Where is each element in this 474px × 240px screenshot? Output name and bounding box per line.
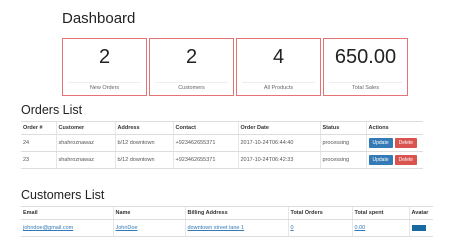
column-header: Total spent [351, 206, 409, 220]
column-header: Contact [172, 121, 238, 135]
orders-header-row: Order # Customer Address Contact Order D… [21, 121, 423, 135]
orders-table: Order # Customer Address Contact Order D… [21, 121, 423, 169]
stat-card-total-sales: 650.00 Total Sales [323, 38, 408, 96]
customer-email: johndoe@gmail.com [21, 219, 113, 237]
stat-card-new-orders: 2 New Orders [62, 38, 147, 96]
column-header: Actions [365, 121, 423, 135]
stat-value: 650.00 [334, 46, 397, 68]
customer-spent: 0.00 [351, 219, 409, 237]
stat-divider [242, 82, 315, 84]
stat-label: New Orders [89, 85, 120, 91]
stat-value: 2 [185, 46, 198, 68]
order-date: 2017-10-24T06:44:40 [237, 134, 320, 152]
customer-name-link[interactable]: JohnDoe [116, 225, 138, 231]
stat-divider [329, 82, 402, 84]
stat-value: 2 [98, 46, 111, 68]
stat-divider [68, 82, 141, 84]
order-status: processing [319, 134, 366, 152]
update-button[interactable]: Update [368, 138, 393, 148]
stat-value: 4 [272, 46, 285, 68]
customers-table: Email Name Billing Address Total Orders … [21, 206, 433, 237]
customer-orders: 0 [287, 219, 352, 237]
page-title: Dashboard [62, 10, 136, 27]
avatar [411, 225, 426, 231]
order-contact: +923462655371 [172, 151, 238, 169]
table-row: 24 shahroznawaz b/12 downtown +923462655… [21, 134, 423, 152]
customer-address: downtown street lane 1 [184, 219, 288, 237]
column-header: Address [114, 121, 173, 135]
customers-header-row: Email Name Billing Address Total Orders … [21, 206, 433, 220]
order-contact: +923462655371 [172, 134, 238, 152]
column-header: Order Date [237, 121, 320, 135]
order-customer: shahroznawaz [55, 134, 115, 152]
order-status: processing [319, 151, 366, 169]
column-header: Order # [21, 121, 56, 135]
delete-button[interactable]: Delete [394, 155, 418, 165]
column-header: Email [21, 206, 113, 220]
delete-button[interactable]: Delete [394, 138, 418, 148]
customers-list-title: Customers List [21, 188, 105, 202]
customer-spent-link[interactable]: 0.00 [355, 225, 366, 231]
order-id: 24 [21, 134, 56, 152]
order-customer: shahroznawaz [55, 151, 115, 169]
column-header: Customer [55, 121, 115, 135]
update-button[interactable]: Update [368, 155, 393, 165]
customer-name: JohnDoe [112, 219, 185, 237]
stat-divider [155, 82, 228, 84]
order-address: b/12 downtown [114, 134, 173, 152]
customer-address-link[interactable]: downtown street lane 1 [188, 225, 245, 231]
order-id: 23 [21, 151, 56, 169]
order-actions: Update Delete [365, 134, 423, 152]
order-actions: Update Delete [365, 151, 423, 169]
stat-label: All Products [263, 85, 294, 91]
order-date: 2017-10-24T06:42:33 [237, 151, 320, 169]
customer-email-link[interactable]: johndoe@gmail.com [23, 225, 73, 231]
order-address: b/12 downtown [114, 151, 173, 169]
column-header: Billing Address [184, 206, 288, 220]
column-header: Avatar [408, 206, 433, 220]
table-row: 23 shahroznawaz b/12 downtown +923462655… [21, 151, 423, 169]
customer-orders-link[interactable]: 0 [291, 225, 294, 231]
column-header: Name [112, 206, 185, 220]
table-row: johndoe@gmail.com JohnDoe downtown stree… [21, 219, 433, 237]
stat-card-all-products: 4 All Products [236, 38, 321, 96]
column-header: Total Orders [287, 206, 352, 220]
column-header: Status [319, 121, 366, 135]
stat-label: Total Sales [352, 85, 379, 91]
orders-list-title: Orders List [21, 103, 83, 117]
stat-label: Customers [178, 85, 205, 91]
customer-avatar-cell [408, 219, 433, 237]
stat-card-customers: 2 Customers [149, 38, 234, 96]
